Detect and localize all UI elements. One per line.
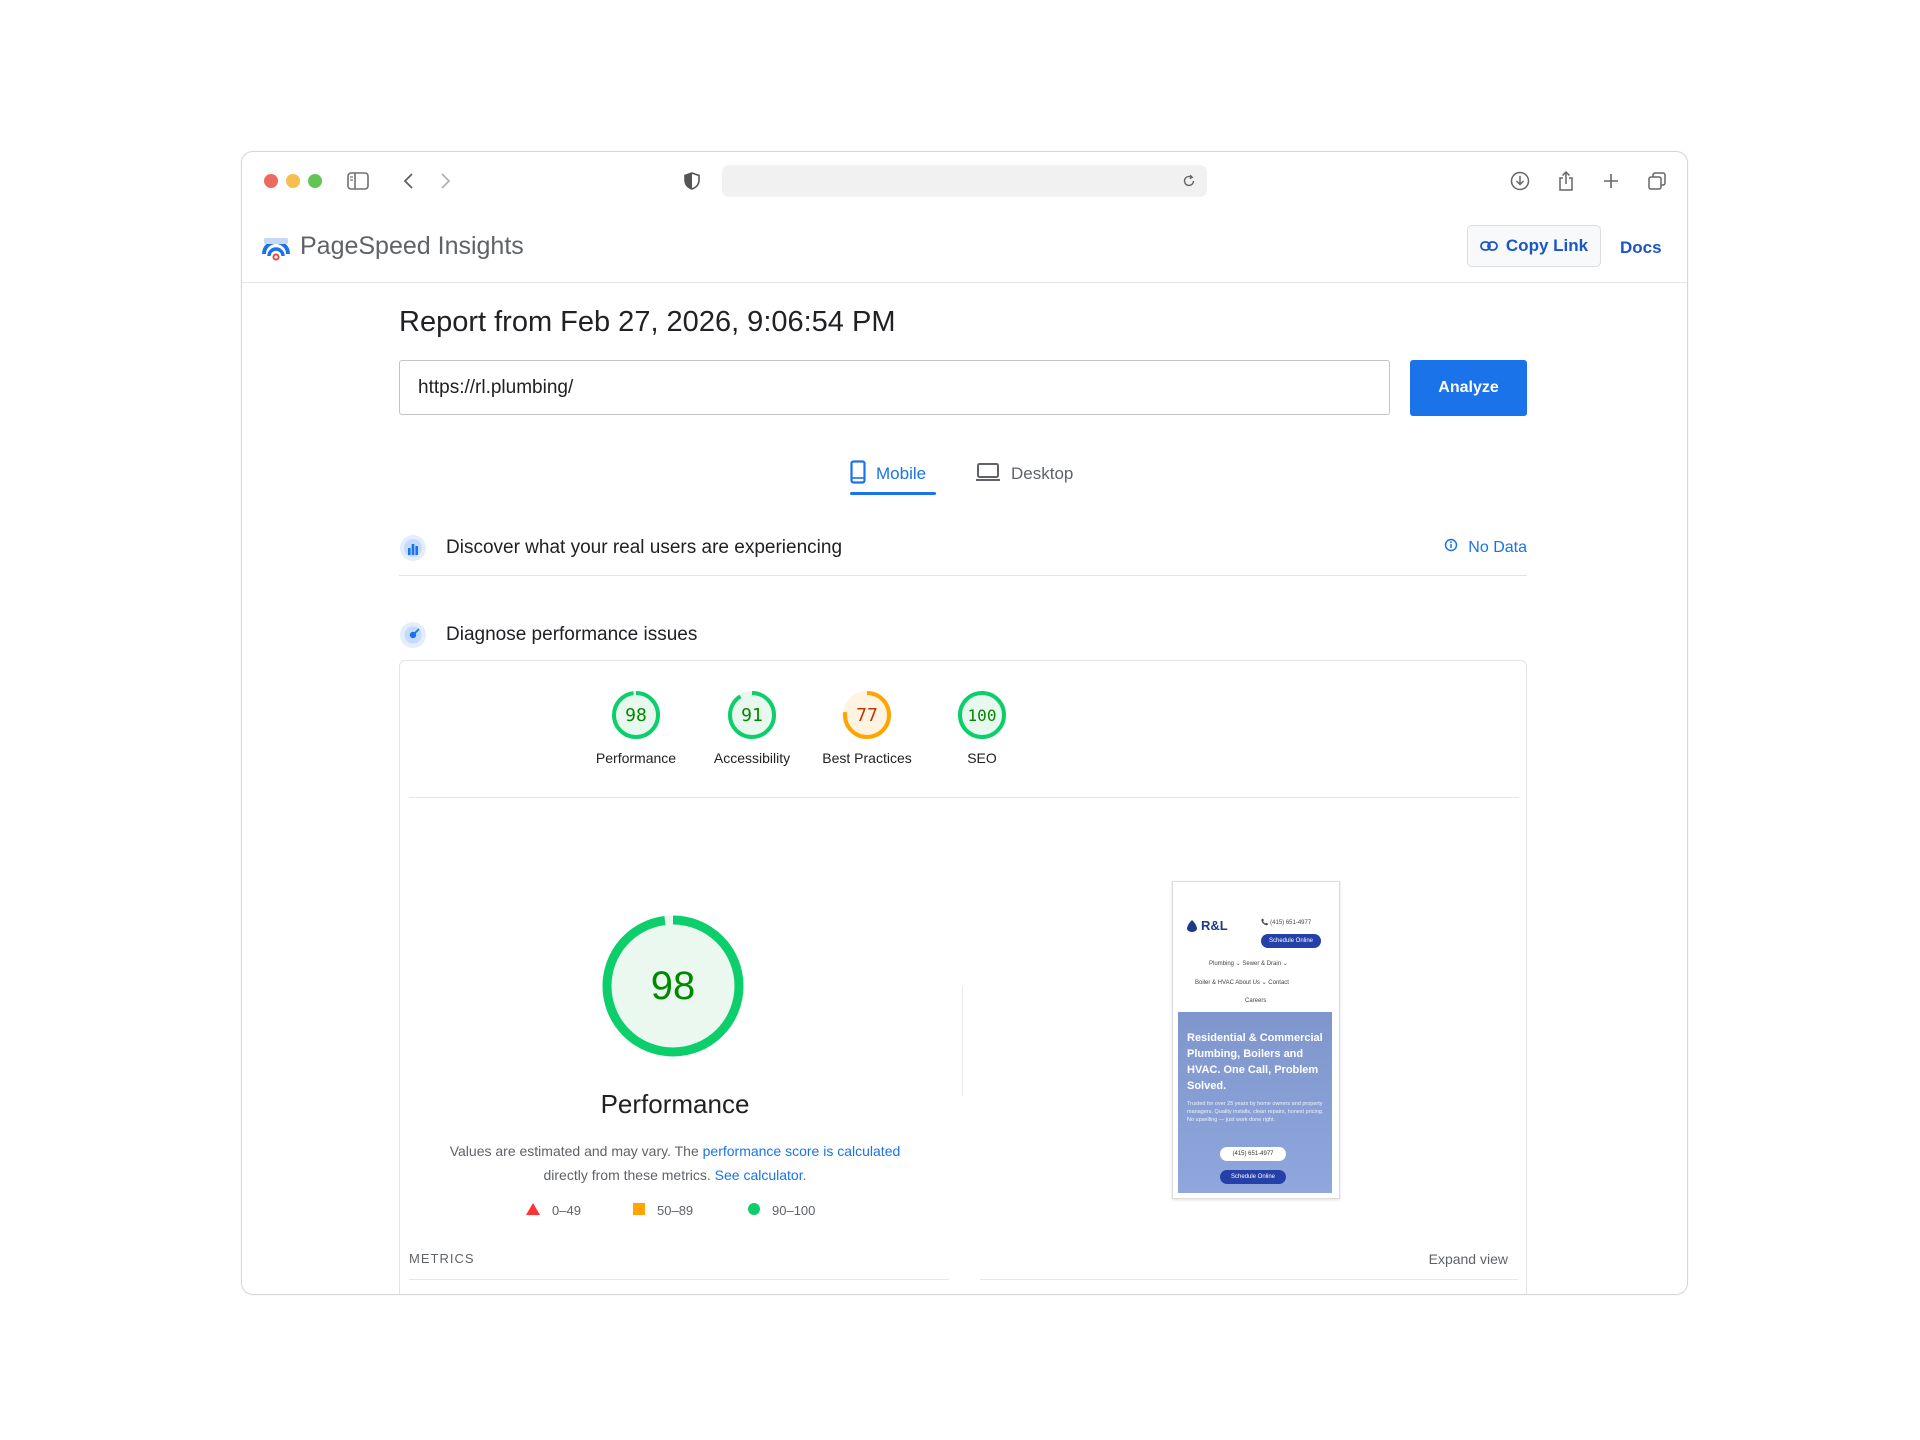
- metrics-divider-right: [980, 1279, 1518, 1280]
- sidebar-toggle-icon[interactable]: [343, 166, 373, 196]
- gauge-ring: 77: [843, 691, 891, 739]
- pagespeed-logo-icon: [261, 234, 291, 264]
- performance-note: Values are estimated and may vary. The p…: [440, 1139, 910, 1187]
- diagnose-title: Diagnose performance issues: [446, 624, 698, 645]
- red-triangle-icon: [526, 1203, 540, 1218]
- thumb-hero-title: Residential & Commercial Plumbing, Boile…: [1187, 1032, 1323, 1092]
- laptop-icon: [975, 462, 1001, 487]
- legend-average: 50–89: [633, 1203, 693, 1218]
- app-title: PageSpeed Insights: [300, 232, 524, 260]
- no-data-label: No Data: [1468, 538, 1527, 556]
- note-text-2: directly from these metrics.: [543, 1167, 715, 1183]
- rl-logo-text: R&L: [1201, 918, 1228, 933]
- thumb-schedule-button: Schedule Online: [1261, 934, 1321, 948]
- copy-link-button[interactable]: Copy Link: [1467, 225, 1601, 267]
- back-arrow-icon[interactable]: [394, 166, 424, 196]
- legend-pass-label: 90–100: [772, 1203, 816, 1218]
- legend-average-label: 50–89: [657, 1203, 694, 1218]
- orange-square-icon: [633, 1203, 645, 1218]
- thumb-phone-text: (415) 651-4977: [1270, 920, 1312, 926]
- reload-icon[interactable]: [1177, 169, 1201, 193]
- performance-score-calculated-link[interactable]: performance score is calculated: [703, 1143, 901, 1159]
- performance-big-gauge: 98: [598, 911, 748, 1061]
- thumb-phone-button: (415) 651-4977: [1220, 1147, 1286, 1161]
- green-circle-icon: [748, 1203, 760, 1218]
- new-tab-plus-icon[interactable]: [1596, 166, 1626, 196]
- browser-window: PageSpeed Insights Copy Link Docs Report…: [241, 151, 1688, 1295]
- performance-title: Performance: [600, 1089, 750, 1119]
- real-users-section[interactable]: Discover what your real users are experi…: [399, 524, 1527, 574]
- downloads-icon[interactable]: [1505, 166, 1535, 196]
- thumb-nav-1: Plumbing ⌄ Sewer & Drain ⌄: [1209, 961, 1288, 967]
- expand-view-toggle[interactable]: Expand view: [1429, 1251, 1508, 1267]
- thumb-hero-sub: Trusted for over 25 years by home owners…: [1187, 1101, 1324, 1123]
- gauge-ring: 98: [612, 691, 660, 739]
- gauge-score: 98: [625, 705, 647, 726]
- legend-fail-label: 0–49: [552, 1203, 581, 1218]
- legend-pass: 90–100: [748, 1203, 815, 1218]
- gauge-score: 100: [968, 706, 997, 725]
- no-data-indicator[interactable]: No Data: [1444, 538, 1527, 557]
- mobile-phone-icon: [850, 459, 866, 489]
- lab-diagnose-icon: [399, 621, 427, 649]
- copy-link-label: Copy Link: [1505, 236, 1589, 255]
- column-separator: [962, 986, 963, 1096]
- note-text-1: Values are estimated and may vary. The: [449, 1143, 703, 1159]
- tab-desktop-label: Desktop: [1011, 464, 1074, 483]
- big-gauge-score: 98: [651, 964, 696, 1008]
- see-calculator-link[interactable]: See calculator.: [715, 1167, 807, 1183]
- gauges-divider: [409, 797, 1519, 798]
- thumb-nav-3: Careers: [1245, 998, 1267, 1004]
- metrics-divider: [409, 1279, 949, 1280]
- app-header: PageSpeed Insights Copy Link Docs: [242, 216, 1687, 283]
- score-gauge-performance[interactable]: 98 Performance: [571, 689, 701, 766]
- tab-desktop[interactable]: Desktop: [975, 452, 1073, 496]
- analyze-button[interactable]: Analyze: [1410, 360, 1527, 416]
- thumb-phone: 📞 (415) 651-4977: [1261, 920, 1312, 926]
- thumb-nav-2: Boiler & HVAC About Us ⌄ Contact: [1195, 980, 1289, 986]
- section-divider: [399, 575, 1527, 576]
- browser-toolbar: [242, 152, 1687, 216]
- tab-mobile-label: Mobile: [876, 464, 927, 483]
- diagnose-section: Diagnose performance issues: [399, 611, 1527, 661]
- thumb-schedule-button-2: Schedule Online: [1220, 1170, 1286, 1184]
- gauge-label: Performance: [595, 750, 677, 766]
- legend-fail: 0–49: [526, 1203, 581, 1218]
- gauge-label: Best Practices: [822, 750, 912, 766]
- link-icon: [1480, 236, 1498, 256]
- users-crux-icon: [399, 534, 427, 562]
- real-users-title: Discover what your real users are experi…: [446, 537, 843, 558]
- rl-logo: R&L: [1185, 918, 1228, 933]
- minimize-window-button[interactable]: [286, 174, 300, 188]
- thumb-hero: Residential & Commercial Plumbing, Boile…: [1178, 1012, 1332, 1193]
- score-gauge-accessibility[interactable]: 91 Accessibility: [687, 689, 817, 766]
- gauge-label: SEO: [967, 750, 997, 766]
- share-icon[interactable]: [1551, 166, 1581, 196]
- gauge-ring: 91: [728, 691, 776, 739]
- zoom-window-button[interactable]: [308, 174, 322, 188]
- info-icon: [1444, 538, 1458, 557]
- privacy-shield-icon[interactable]: [677, 166, 707, 196]
- active-tab-indicator: [850, 492, 936, 495]
- gauge-score: 77: [856, 705, 878, 726]
- close-window-button[interactable]: [264, 174, 278, 188]
- report-title: Report from Feb 27, 2026, 9:06:54 PM: [399, 306, 896, 338]
- tab-mobile[interactable]: Mobile: [850, 452, 926, 496]
- docs-link[interactable]: Docs: [1620, 238, 1662, 258]
- gauge-ring: 100: [958, 691, 1006, 739]
- gauge-score: 91: [741, 705, 763, 726]
- metrics-label: METRICS: [409, 1251, 475, 1266]
- score-gauge-best-practices[interactable]: 77 Best Practices: [802, 689, 932, 766]
- tab-overview-icon[interactable]: [1642, 166, 1672, 196]
- address-bar[interactable]: [722, 165, 1207, 197]
- lighthouse-report-card: 98 Performance 91 Accessibility 77 Best Pract…: [399, 660, 1527, 1294]
- final-screenshot-thumbnail[interactable]: R&L 📞 (415) 651-4977 Schedule Online Plu…: [1172, 881, 1340, 1199]
- forward-arrow-icon[interactable]: [430, 166, 460, 196]
- score-gauge-seo[interactable]: 100 SEO: [917, 689, 1047, 766]
- url-input[interactable]: [399, 360, 1390, 415]
- gauge-label: Accessibility: [713, 750, 791, 766]
